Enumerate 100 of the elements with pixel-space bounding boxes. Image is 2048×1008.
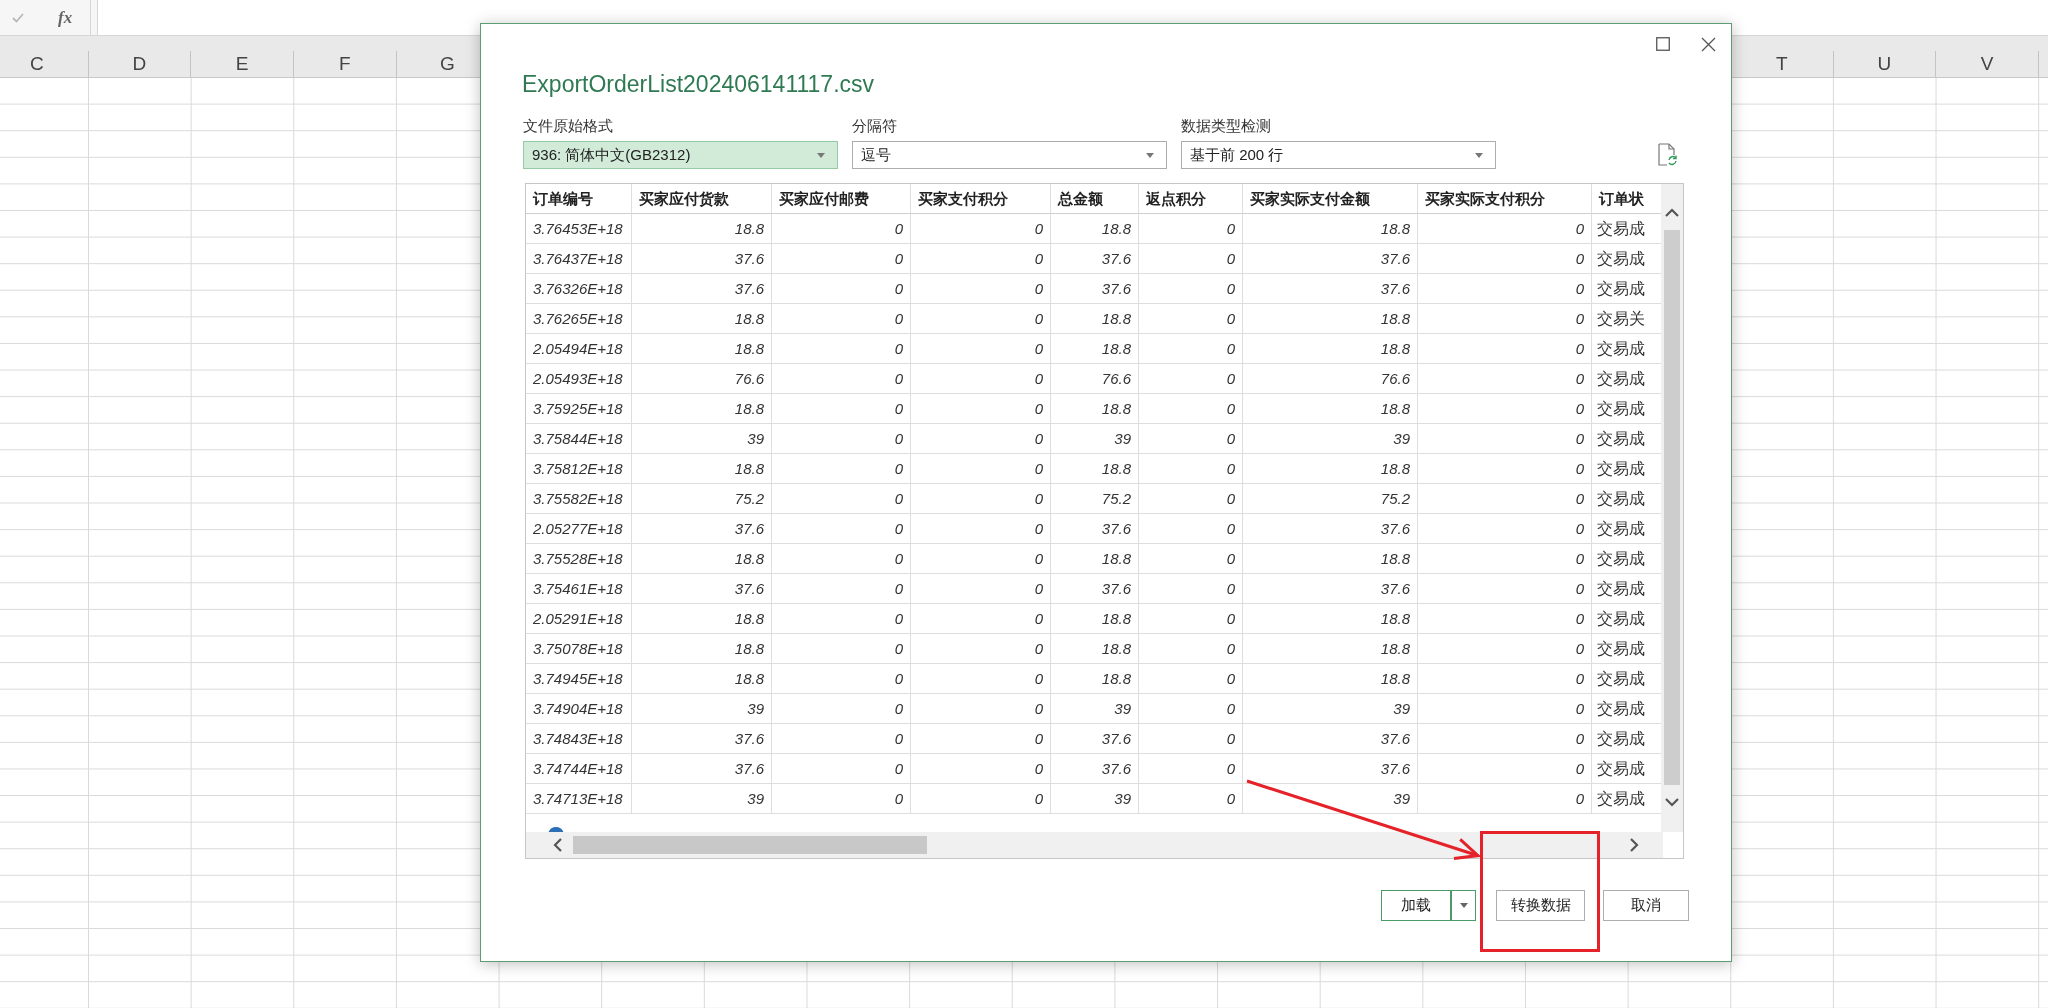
table-cell: 2.05493E+18 <box>526 364 632 394</box>
chevron-left-icon[interactable] <box>553 838 562 852</box>
column-header[interactable]: D <box>88 51 192 77</box>
table-cell: 18.8 <box>1243 334 1418 364</box>
check-icon[interactable] <box>12 12 24 23</box>
table-cell: 37.6 <box>1243 514 1418 544</box>
table-cell: 18.8 <box>1243 304 1418 334</box>
table-cell: 3.75078E+18 <box>526 634 632 664</box>
dropdown[interactable]: 基于前 200 行 <box>1181 141 1496 169</box>
table-cell: 3.76326E+18 <box>526 274 632 304</box>
table-cell: 0 <box>1418 664 1592 694</box>
table-cell: 0 <box>1139 394 1243 424</box>
vertical-scrollbar[interactable] <box>1661 184 1683 832</box>
close-icon[interactable] <box>1701 36 1716 52</box>
horizontal-scrollbar[interactable] <box>526 832 1663 858</box>
table-cell: 18.8 <box>632 454 772 484</box>
table-cell: 0 <box>911 634 1051 664</box>
table-cell: 0 <box>911 574 1051 604</box>
chevron-down-icon[interactable] <box>1665 798 1679 807</box>
column-header[interactable]: C <box>0 51 89 77</box>
table-cell: 0 <box>1139 364 1243 394</box>
table-cell: 18.8 <box>1243 214 1418 244</box>
table-cell: 0 <box>772 334 911 364</box>
table-cell: 0 <box>911 604 1051 634</box>
table-cell: 37.6 <box>1243 274 1418 304</box>
column-header: 买家支付积分 <box>911 184 1051 214</box>
table-cell: 18.8 <box>1243 454 1418 484</box>
dialog-button[interactable]: 取消 <box>1603 890 1689 921</box>
column-header[interactable]: U <box>1833 51 1937 77</box>
table-cell: 3.75461E+18 <box>526 574 632 604</box>
table-cell: 0 <box>911 304 1051 334</box>
table-cell: 3.75528E+18 <box>526 544 632 574</box>
column-header[interactable]: F <box>293 51 397 77</box>
table-cell: 37.6 <box>1243 244 1418 274</box>
dialog-button[interactable]: 转换数据 <box>1496 890 1585 921</box>
table-cell: 0 <box>911 334 1051 364</box>
column-header[interactable]: E <box>191 51 294 77</box>
dropdown[interactable]: 逗号 <box>852 141 1167 169</box>
table-cell: 39 <box>632 694 772 724</box>
table-cell: 3.75925E+18 <box>526 394 632 424</box>
scrollbar-thumb[interactable] <box>1664 230 1680 785</box>
table-cell: 75.2 <box>1051 484 1139 514</box>
table-cell: 18.8 <box>1243 664 1418 694</box>
table-cell: 18.8 <box>1243 394 1418 424</box>
table-cell: 0 <box>1139 634 1243 664</box>
dropdown[interactable]: 936: 简体中文(GB2312) <box>523 141 838 169</box>
table-cell: 0 <box>911 514 1051 544</box>
table-cell: 18.8 <box>1051 454 1139 484</box>
chevron-right-icon[interactable] <box>1630 838 1639 852</box>
insert-function-button[interactable]: fx <box>58 7 73 28</box>
table-cell: 0 <box>1418 364 1592 394</box>
table-cell: 37.6 <box>1051 754 1139 784</box>
table-cell: 39 <box>632 424 772 454</box>
table-cell: 37.6 <box>632 574 772 604</box>
table-cell: 0 <box>911 244 1051 274</box>
table-cell: 18.8 <box>1051 214 1139 244</box>
caret-icon <box>817 152 825 158</box>
table-cell: 37.6 <box>632 724 772 754</box>
caret-icon <box>1146 152 1154 158</box>
column-header: 买家实际支付积分 <box>1418 184 1592 214</box>
table-cell: 0 <box>772 634 911 664</box>
table-cell: 0 <box>1418 454 1592 484</box>
table-cell: 0 <box>772 754 911 784</box>
table-cell: 0 <box>911 274 1051 304</box>
scrollbar-thumb[interactable] <box>573 836 927 854</box>
dropdown-button[interactable] <box>1451 890 1476 921</box>
table-cell: 0 <box>1139 604 1243 634</box>
table-cell: 37.6 <box>1243 754 1418 784</box>
table-cell: 0 <box>911 784 1051 814</box>
table-cell: 0 <box>772 274 911 304</box>
table-cell: 0 <box>911 544 1051 574</box>
table-cell: 18.8 <box>1243 604 1418 634</box>
table-cell: 0 <box>1139 424 1243 454</box>
table-cell: 0 <box>772 304 911 334</box>
table-cell: 39 <box>1051 784 1139 814</box>
table-cell: 0 <box>772 574 911 604</box>
table-cell: 0 <box>772 424 911 454</box>
caret-icon <box>1459 903 1468 908</box>
table-cell: 0 <box>1139 544 1243 574</box>
table-cell: 18.8 <box>632 214 772 244</box>
table-cell: 37.6 <box>1243 724 1418 754</box>
column-header: 买家实际支付金额 <box>1243 184 1418 214</box>
table-cell: 0 <box>772 694 911 724</box>
document-refresh-icon[interactable] <box>1658 143 1677 166</box>
table-cell: 76.6 <box>632 364 772 394</box>
table-cell: 0 <box>1418 634 1592 664</box>
table-cell: 37.6 <box>632 244 772 274</box>
table-cell: 3.75582E+18 <box>526 484 632 514</box>
table-cell: 18.8 <box>632 634 772 664</box>
column-header[interactable]: V <box>1936 51 2039 77</box>
table-cell: 0 <box>1139 514 1243 544</box>
maximize-icon[interactable] <box>1656 37 1670 51</box>
chevron-up-icon[interactable] <box>1665 208 1679 217</box>
table-cell: 0 <box>1139 784 1243 814</box>
table-cell: 0 <box>911 394 1051 424</box>
table-cell: 37.6 <box>1243 574 1418 604</box>
table-cell: 0 <box>911 754 1051 784</box>
table-cell: 0 <box>1418 724 1592 754</box>
table-cell: 0 <box>1418 544 1592 574</box>
load-button[interactable]: 加载 <box>1381 890 1451 921</box>
